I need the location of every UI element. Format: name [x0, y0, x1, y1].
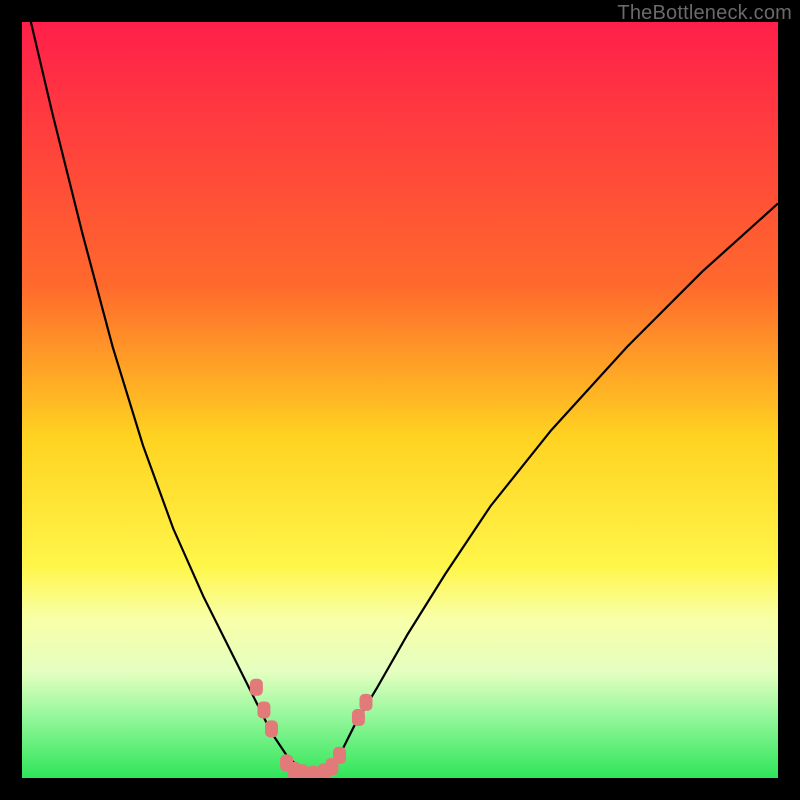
gradient-background: [22, 22, 778, 778]
plot-svg: [22, 22, 778, 778]
curve-marker: [295, 764, 308, 778]
curve-marker: [257, 701, 270, 718]
curve-marker: [352, 709, 365, 726]
curve-marker: [250, 679, 263, 696]
curve-marker: [333, 747, 346, 764]
chart-frame: TheBottleneck.com: [0, 0, 800, 800]
curve-marker: [307, 766, 320, 778]
curve-marker: [265, 720, 278, 737]
plot-area: [22, 22, 778, 778]
curve-marker: [359, 694, 372, 711]
